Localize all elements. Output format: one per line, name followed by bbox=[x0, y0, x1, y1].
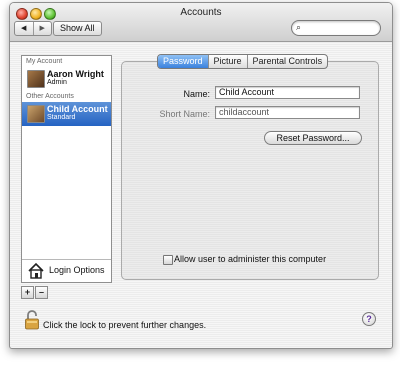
name-field[interactable] bbox=[215, 86, 360, 99]
lock-message: Click the lock to prevent further change… bbox=[43, 320, 207, 330]
admin-checkbox[interactable] bbox=[163, 255, 173, 265]
short-name-label: Short Name: bbox=[159, 109, 210, 119]
user-photo-icon bbox=[27, 70, 45, 88]
back-forward-control: ◀ ▶ bbox=[14, 21, 52, 36]
other-accounts-header: Other Accounts bbox=[26, 93, 74, 100]
accounts-list: My Account Aaron Wright Admin Other Acco… bbox=[21, 55, 112, 283]
user-photo-icon bbox=[27, 105, 45, 123]
short-name-field[interactable] bbox=[215, 106, 360, 119]
account-row-aaron-wright[interactable]: Aaron Wright Admin bbox=[22, 67, 111, 91]
account-type: Admin bbox=[47, 79, 67, 86]
help-button[interactable]: ? bbox=[362, 312, 376, 326]
search-field[interactable]: ⌕ bbox=[291, 20, 381, 36]
search-icon: ⌕ bbox=[296, 22, 302, 32]
lock-icon[interactable] bbox=[24, 310, 40, 330]
house-icon bbox=[28, 262, 44, 279]
add-account-button[interactable]: + bbox=[21, 286, 34, 299]
login-options-item[interactable]: Login Options bbox=[22, 259, 111, 282]
login-options-label: Login Options bbox=[49, 265, 105, 275]
account-type: Standard bbox=[47, 114, 76, 121]
reset-password-button[interactable]: Reset Password... bbox=[264, 131, 362, 145]
tab-parental-controls[interactable]: Parental Controls bbox=[246, 55, 328, 68]
forward-button[interactable]: ▶ bbox=[34, 22, 52, 35]
account-name: Aaron Wright bbox=[47, 69, 104, 79]
account-row-child-account[interactable]: Child Account Standard bbox=[22, 102, 111, 126]
remove-account-button[interactable]: – bbox=[35, 286, 48, 299]
tab-bar: Password Picture Parental Controls bbox=[157, 54, 329, 69]
accounts-window: Accounts ◀ ▶ Show All ⌕ My Account Aaron… bbox=[9, 2, 393, 349]
admin-checkbox-label: Allow user to administer this computer bbox=[174, 254, 327, 264]
show-all-button[interactable]: Show All bbox=[53, 21, 102, 36]
name-label: Name: bbox=[183, 89, 210, 99]
account-name: Child Account bbox=[47, 104, 108, 114]
tab-picture[interactable]: Picture bbox=[207, 55, 247, 68]
window-title: Accounts bbox=[180, 7, 222, 18]
tab-password[interactable]: Password bbox=[158, 55, 208, 68]
my-account-header: My Account bbox=[26, 58, 63, 65]
back-button[interactable]: ◀ bbox=[15, 22, 34, 35]
toolbar: Accounts ◀ ▶ Show All ⌕ bbox=[10, 3, 392, 42]
